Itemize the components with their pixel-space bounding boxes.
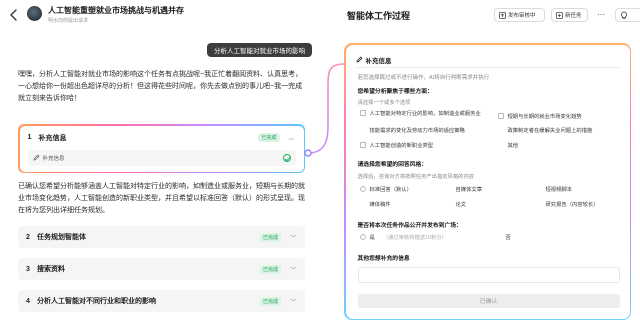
- back-arrow-icon[interactable]: [9, 9, 19, 21]
- top-bar: 人工智能重塑就业市场挑战与机遇并存 明水向你提出请求 智能体工作过程 发布审核中…: [0, 0, 640, 30]
- step-card-1[interactable]: 1 补充信息 已完成 ︿ 补充信息: [18, 124, 305, 173]
- style-option-paper[interactable]: 论文: [456, 200, 467, 208]
- divider: [355, 66, 620, 68]
- other-info-input[interactable]: [357, 266, 620, 283]
- question-style-hint: 选择后，咨询对方将按照任务产出指定风格的内容: [357, 173, 475, 180]
- panel-title-text: 补充信息: [365, 57, 392, 65]
- focus-option-other[interactable]: 其他: [498, 141, 519, 149]
- question-focus-hint: 请选择一个或多个选项: [357, 99, 411, 106]
- step-number: 3: [26, 265, 30, 273]
- publish-yes-note: （通过审核将赠送10积分）: [382, 234, 447, 241]
- step-panel-connector: [304, 63, 345, 157]
- question-other-info: 其他您想补充的信息: [357, 255, 410, 262]
- publish-option-yes[interactable]: 是 （通过审核将赠送10积分）: [359, 233, 447, 241]
- publish-label: 发布审核中: [508, 13, 536, 19]
- checkbox[interactable]: [359, 109, 366, 116]
- more-icon: ···: [597, 9, 605, 19]
- panel-header-title: 智能体工作过程: [347, 11, 411, 21]
- focus-option-trend[interactable]: 短期与长期的就业市场变化趋势: [497, 112, 582, 120]
- assistant-confirm-message: 已确认您希望分析能够涵盖人工智能对特定行业的影响，如制造业或服务业，短期与长期的…: [18, 183, 305, 214]
- style-option-standard[interactable]: 标准回答（默认）: [359, 185, 412, 193]
- substep-row[interactable]: 补充信息: [27, 149, 296, 166]
- more-menu-button[interactable]: ···: [594, 7, 608, 21]
- focus-option-skills[interactable]: 技能需求的变化及劳动力市场的适应策略: [360, 126, 465, 134]
- step-number: 2: [26, 233, 30, 241]
- style-option-report[interactable]: 研究报告（内容较长）: [546, 200, 599, 208]
- new-task-icon: [556, 11, 563, 19]
- agent-avatar: [27, 6, 42, 21]
- lightbulb-icon: [621, 11, 627, 19]
- step-number: 4: [26, 297, 30, 305]
- step-card-3[interactable]: 3 搜索资料 已完成 ﹀: [18, 258, 305, 280]
- check-icon: [282, 153, 291, 162]
- substep-label: 补充信息: [42, 155, 65, 162]
- step-card-2[interactable]: 2 任务规划智能体 已完成 ﹀: [18, 226, 305, 248]
- publish-icon: [499, 11, 506, 19]
- publish-option-no[interactable]: 否: [506, 233, 511, 241]
- task-title: 人工智能重塑就业市场挑战与机遇并存: [48, 6, 184, 15]
- publish-button[interactable]: 发布审核中: [494, 8, 545, 22]
- focus-option-industry[interactable]: 人工智能对特定行业的影响，如制造业或服务业: [359, 109, 481, 117]
- task-subtitle: 明水向你提出请求: [48, 18, 89, 24]
- step-card-4[interactable]: 4 分析人工智能对不同行业和职业的影响 已完成 ﹀: [18, 290, 305, 312]
- step-label: 分析人工智能对不同行业和职业的影响: [37, 298, 156, 305]
- confirm-button[interactable]: 已确认: [357, 293, 620, 308]
- assistant-intro-message: 嘿嘿，分析人工智能对就业市场的影响这个任务有点挑战呢~我正忙着翻阅资料、认真思考…: [18, 71, 303, 102]
- status-badge: 已完成: [259, 264, 281, 274]
- new-task-button[interactable]: 新任务: [551, 8, 588, 22]
- focus-option-policy[interactable]: 政策制定者在缓解失业问题上的措施: [498, 126, 593, 134]
- style-option-video-script[interactable]: 短视频脚本: [546, 185, 573, 193]
- panel-note: 若您选择跳过或不进行操作，AI将自行判断需求并执行: [357, 74, 490, 81]
- radio[interactable]: [359, 233, 366, 240]
- chevron-down-icon[interactable]: ﹀: [289, 297, 297, 306]
- question-style: 请选择您希望的回答风格：: [357, 161, 428, 168]
- question-publish: 是否将本次任务作品公开并发布到广场：: [357, 222, 462, 229]
- edit-icon: [33, 154, 39, 161]
- step-label: 搜索资料: [37, 266, 65, 273]
- status-badge: 已完成: [259, 232, 281, 242]
- step-number: 1: [27, 134, 32, 141]
- edit-icon: [355, 56, 362, 63]
- status-badge: 已完成: [259, 296, 281, 306]
- new-task-label: 新任务: [565, 13, 582, 19]
- chevron-down-icon[interactable]: ﹀: [289, 265, 297, 274]
- question-focus: 您希望分析聚焦于哪些方面：: [357, 88, 433, 95]
- style-option-article[interactable]: 自媒体文章: [456, 185, 483, 193]
- panel-title: 补充信息: [355, 55, 392, 65]
- bulb-button[interactable]: [615, 8, 640, 22]
- user-message-bubble: 分析人工智能对就业市场的影响: [207, 43, 312, 57]
- chevron-down-icon[interactable]: ﹀: [289, 233, 297, 242]
- step-label: 任务规划智能体: [37, 234, 86, 241]
- step-label: 补充信息: [38, 134, 67, 142]
- focus-option-new-jobs[interactable]: 人工智能创造的新职业类型: [359, 141, 433, 149]
- chevron-up-icon[interactable]: ︿: [288, 133, 296, 142]
- checkbox[interactable]: [497, 112, 504, 119]
- status-badge: 已完成: [258, 133, 280, 142]
- style-option-press[interactable]: 媒体稿件: [370, 200, 391, 208]
- supplement-info-panel: 补充信息 若您选择跳过或不进行操作，AI将自行判断需求并执行 您希望分析聚焦于哪…: [344, 43, 631, 320]
- checkbox[interactable]: [359, 141, 366, 148]
- radio[interactable]: [359, 185, 366, 192]
